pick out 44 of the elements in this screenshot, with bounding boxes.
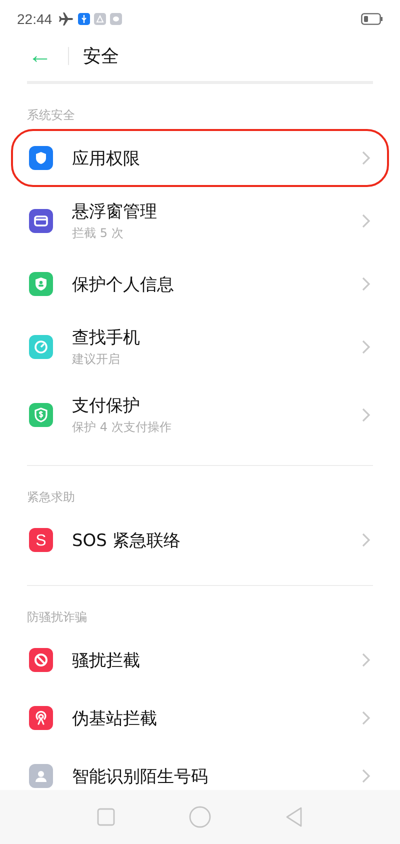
battery-icon [361,13,383,25]
settings-row[interactable]: 悬浮窗管理 拦截 5 次 [11,187,389,255]
settings-row[interactable]: 伪基站拦截 [11,689,389,747]
chevron-icon [361,339,371,355]
settings-row[interactable]: 保护个人信息 [11,255,389,313]
row-label: 应用权限 [72,148,141,170]
row-subtitle: 保护 4 次支付操作 [72,419,172,436]
airplane-icon [58,12,74,26]
row-icon: S [29,528,53,552]
row-label: 智能识别陌生号码 [72,766,209,788]
chevron-icon [361,710,371,726]
row-label: 伪基站拦截 [72,708,158,730]
row-label: 骚扰拦截 [72,650,141,672]
notification-icon [94,13,106,25]
settings-row[interactable]: S SOS 紧急联络 [11,511,389,569]
chevron-icon [361,150,371,166]
status-time: 22:44 [17,11,52,27]
row-label: 支付保护 [72,395,141,417]
recents-button[interactable] [97,808,115,826]
section-title: 防骚扰诈骗 [26,609,88,626]
usb-icon [78,13,90,25]
chevron-icon [361,768,371,784]
row-label: 悬浮窗管理 [72,201,158,223]
back-nav-button[interactable] [285,807,303,827]
row-subtitle: 拦截 5 次 [72,225,124,242]
settings-row[interactable]: 支付保护 保护 4 次支付操作 [11,381,389,449]
section-title: 紧急求助 [26,489,76,506]
chevron-icon [361,407,371,423]
page-title: 安全 [83,45,119,68]
row-label: 保护个人信息 [72,274,175,296]
settings-row[interactable]: 应用权限 [11,129,389,187]
settings-row[interactable]: 骚扰拦截 [11,631,389,689]
row-subtitle: 建议开启 [72,351,121,368]
chevron-icon [361,276,371,292]
row-label: SOS 紧急联络 [72,530,182,552]
chevron-icon [361,652,371,668]
row-label: 查找手机 [72,327,141,349]
notification-icon [110,13,122,25]
chevron-icon [361,532,371,548]
settings-row[interactable]: 查找手机 建议开启 [11,313,389,381]
home-button[interactable] [189,806,211,828]
settings-row[interactable]: 智能识别陌生号码 [11,747,389,790]
section-title: 系统安全 [26,107,76,124]
chevron-icon [361,213,371,229]
